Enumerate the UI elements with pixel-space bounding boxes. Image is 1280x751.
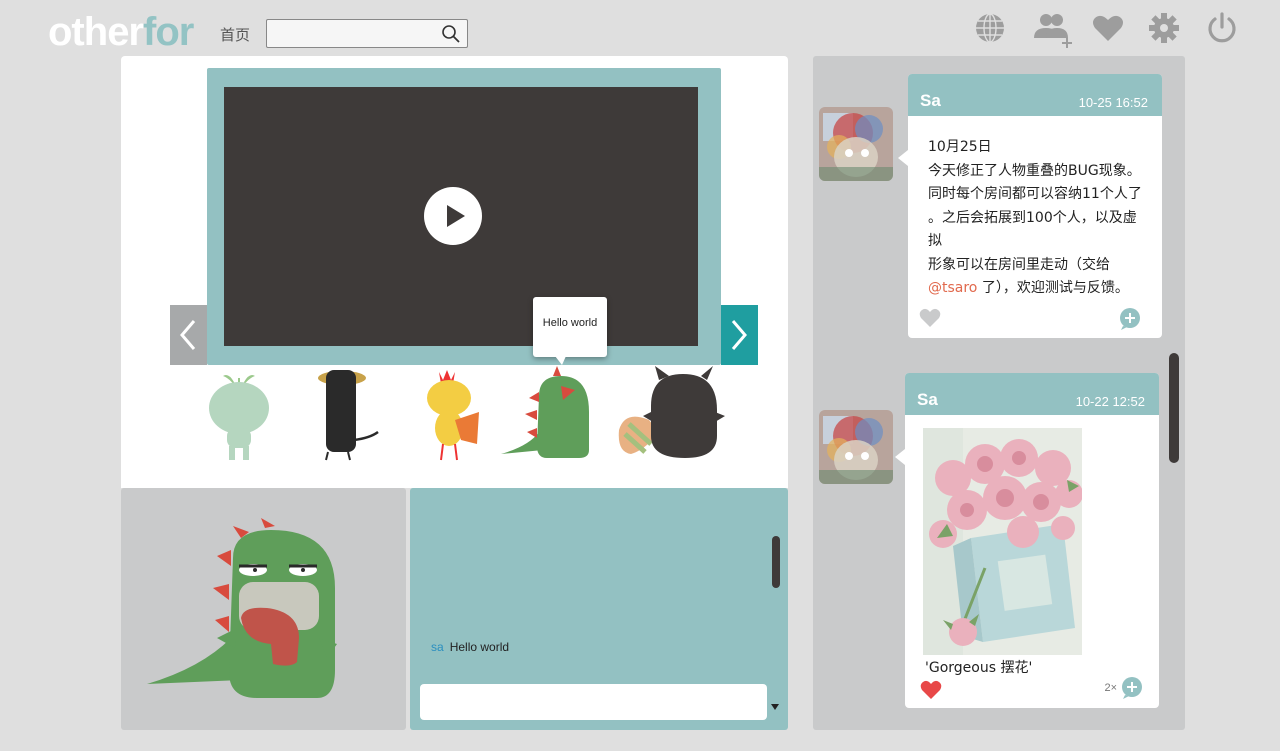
chat-message-text: Hello world [449, 640, 510, 654]
logo-for: for [143, 10, 194, 54]
flower-vase-photo [923, 428, 1082, 655]
post-line: 形象可以在房间里走动（交给 [928, 256, 1110, 273]
post-text: 10月25日 今天修正了人物重叠的BUG现象。 同时每个房间都可以容纳11个人了… [908, 116, 1162, 301]
post-username[interactable]: Sa [917, 390, 938, 410]
activity-feed: Sa 10-25 16:52 10月25日 今天修正了人物重叠的BUG现象。 同… [813, 56, 1185, 730]
chat-scrollbar[interactable] [772, 536, 780, 588]
post-line: @tsaro 了），欢迎测试与反馈。 [928, 277, 1148, 301]
post-card: Sa 10-25 16:52 10月25日 今天修正了人物重叠的BUG现象。 同… [898, 74, 1162, 338]
post-line: 同时每个房间都可以容纳11个人了 [928, 186, 1142, 202]
chat-message: sa Hello world [431, 640, 509, 654]
liked-heart-icon[interactable] [920, 680, 942, 700]
search-icon[interactable] [441, 24, 461, 44]
search-box [266, 19, 468, 48]
post-line: 10月25日 [928, 139, 992, 155]
post-line: 。之后会拓展到100个人，以及虚拟 [928, 209, 1137, 250]
black-monster-character[interactable] [615, 366, 725, 462]
play-button[interactable] [424, 187, 482, 245]
sprout-character[interactable] [199, 366, 279, 462]
chevron-left-icon [180, 320, 196, 350]
post-card: Sa 10-22 12:52 'Gorgeous 摆花' 2× [895, 373, 1159, 708]
power-icon[interactable] [1204, 10, 1240, 46]
next-arrow-button[interactable] [721, 305, 758, 365]
chat-message-user[interactable]: sa [431, 640, 444, 654]
black-hat-character[interactable] [304, 366, 384, 462]
speech-bubble: Hello world [533, 297, 607, 365]
avatar-image [819, 107, 893, 181]
post-line-tail: 了），欢迎测试与反馈。 [977, 280, 1129, 296]
green-dino-avatar [147, 518, 337, 698]
chat-panel: sa Hello world [410, 488, 788, 730]
mention-link[interactable]: @tsaro [928, 280, 977, 296]
chevron-right-icon [731, 320, 747, 350]
video-screen[interactable] [224, 87, 698, 346]
post-photo[interactable] [923, 428, 1082, 655]
chat-input[interactable] [420, 684, 767, 720]
logo[interactable]: otherfor [48, 8, 194, 56]
room-panel: Hello world [121, 56, 788, 488]
post-timestamp: 10-25 16:52 [1078, 95, 1148, 110]
logo-other: other [48, 10, 144, 54]
avatar[interactable] [819, 107, 893, 181]
avatar[interactable] [819, 410, 893, 484]
top-toolbar [970, 10, 1240, 50]
chat-dropdown-caret-icon[interactable] [771, 704, 779, 710]
post-username[interactable]: Sa [920, 91, 941, 111]
green-dino-character[interactable] [499, 366, 595, 462]
post-header: Sa 10-25 16:52 [908, 74, 1162, 116]
search-input[interactable] [267, 20, 437, 47]
video-frame [207, 68, 721, 365]
prev-arrow-button[interactable] [170, 305, 207, 365]
add-comment-icon[interactable] [1119, 308, 1141, 330]
like-count: 2× [1104, 682, 1117, 694]
heart-icon[interactable] [1090, 10, 1126, 46]
like-heart-icon[interactable] [919, 308, 941, 328]
post-caption: 'Gorgeous 摆花' [925, 660, 1033, 676]
gear-icon[interactable] [1146, 10, 1182, 46]
post-timestamp: 10-22 12:52 [1075, 394, 1145, 409]
post-line: 今天修正了人物重叠的BUG现象。 [928, 162, 1141, 179]
globe-icon[interactable] [972, 10, 1008, 46]
avatar-preview-panel [121, 488, 406, 730]
feed-scrollbar[interactable] [1169, 353, 1179, 463]
post-header: Sa 10-22 12:52 [905, 373, 1159, 415]
yellow-chick-character[interactable] [409, 366, 489, 462]
add-friends-icon[interactable] [1032, 10, 1074, 50]
home-link[interactable]: 首页 [220, 24, 250, 45]
add-comment-icon[interactable] [1121, 677, 1143, 699]
avatar-image [819, 410, 893, 484]
